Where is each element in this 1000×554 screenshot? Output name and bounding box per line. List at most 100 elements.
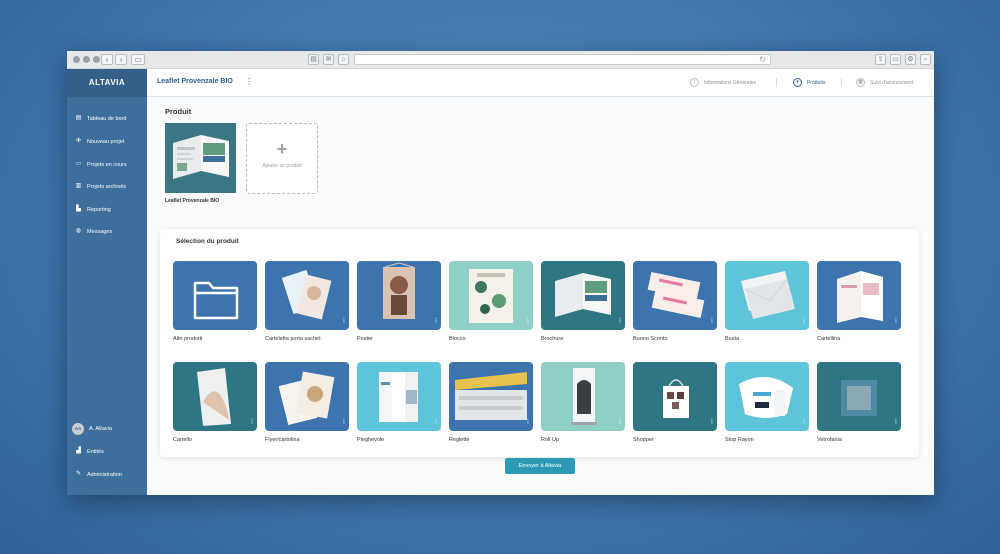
- sidebar-toggle-icon[interactable]: ▭: [131, 54, 145, 65]
- product-card[interactable]: ⫶⫶ Buono Sconto: [633, 261, 717, 342]
- product-thumbnail[interactable]: ⫶⫶: [541, 362, 625, 431]
- adjust-icon[interactable]: ⫶⫶: [619, 419, 621, 427]
- adjust-icon[interactable]: ⫶⫶: [343, 419, 345, 427]
- product-thumbnail[interactable]: [173, 261, 257, 330]
- home-icon[interactable]: ⌂: [338, 54, 349, 65]
- product-thumbnail[interactable]: ⫶⫶: [725, 261, 809, 330]
- product-thumbnail[interactable]: ⫶⫶: [357, 362, 441, 431]
- product-card[interactable]: ⫶⫶ Carteletta porta sachet: [265, 261, 349, 342]
- sidebar-item-administration[interactable]: ✎ Administration: [75, 471, 122, 478]
- product-illustration: [739, 376, 793, 418]
- zoom-dot[interactable]: [93, 56, 100, 63]
- product-card[interactable]: ⫶⫶ Cartello: [173, 362, 257, 443]
- sidebar-item-dashboard[interactable]: ▤ Tableau de bord: [75, 115, 127, 122]
- chart-icon: ▙: [76, 206, 81, 212]
- main-content: Produit Leaflet Provenzale BIO + Ajouter…: [147, 97, 934, 495]
- product-card[interactable]: ⫶⫶ Pieghevole: [357, 362, 441, 443]
- product-illustration: [383, 262, 415, 319]
- mail-icon[interactable]: ✉: [323, 54, 334, 65]
- adjust-icon[interactable]: ⫶⫶: [619, 318, 621, 326]
- sidebar-item-projects-in-progress[interactable]: ▭ Projets en cours: [75, 161, 127, 168]
- product-card[interactable]: ⫶⫶ Shopper: [633, 362, 717, 443]
- product-illustration: [197, 368, 231, 426]
- minimize-dot[interactable]: [83, 56, 90, 63]
- sidebar-item-archived-projects[interactable]: ▥ Projets archivés: [75, 183, 126, 190]
- sidebar-item-reporting[interactable]: ▙ Reporting: [75, 206, 111, 213]
- adjust-icon[interactable]: ⫶⫶: [803, 318, 805, 326]
- panel-title: Sélection du produit: [176, 238, 239, 245]
- product-name: Buono Sconto: [633, 336, 668, 342]
- product-thumbnail[interactable]: ⫶⫶: [357, 261, 441, 330]
- product-card[interactable]: ⫶⫶ Vetrofania: [817, 362, 901, 443]
- share-icon[interactable]: ⇪: [875, 54, 886, 65]
- tab-progress-tracking[interactable]: ▦ Suivi d'avancement: [856, 78, 913, 87]
- product-card[interactable]: ⫶⫶ Stop Rayon: [725, 362, 809, 443]
- user-name: A. Altavia: [89, 426, 112, 432]
- extension-icon[interactable]: ▫: [920, 54, 931, 65]
- tab-products[interactable]: ▾ Produits: [793, 78, 825, 87]
- product-name: Pieghevole: [357, 437, 385, 443]
- product-thumbnail[interactable]: ⫶⫶: [817, 261, 901, 330]
- adjust-icon[interactable]: ⫶⫶: [435, 419, 437, 427]
- forward-icon[interactable]: ›: [115, 54, 127, 65]
- dashboard-icon: ▤: [75, 115, 82, 121]
- product-card[interactable]: ⫶⫶ Roll Up: [541, 362, 625, 443]
- product-illustration: [278, 371, 335, 426]
- product-card[interactable]: ⫶⫶ Poster: [357, 261, 441, 342]
- brochure-illustration: [165, 123, 236, 193]
- product-thumbnail[interactable]: ⫶⫶: [633, 362, 717, 431]
- kebab-menu-icon[interactable]: ⋮: [245, 77, 253, 86]
- add-product-button[interactable]: + Ajouter un produit: [246, 123, 318, 194]
- product-thumbnail[interactable]: ⫶⫶: [541, 261, 625, 330]
- adjust-icon[interactable]: ⫶⫶: [343, 318, 345, 326]
- send-to-altavia-button[interactable]: Envoyer à Altavia: [505, 458, 575, 474]
- building-icon: ▟: [76, 448, 81, 454]
- reload-icon[interactable]: ↻: [759, 55, 766, 65]
- adjust-icon[interactable]: ⫶⫶: [803, 419, 805, 427]
- product-card[interactable]: ⫶⫶ Reglette: [449, 362, 533, 443]
- back-icon[interactable]: ‹: [101, 54, 113, 65]
- product-illustration: [837, 271, 883, 323]
- product-illustration: [741, 271, 795, 319]
- sidebar-item-entities[interactable]: ▟ Entités: [75, 448, 104, 455]
- adjust-icon[interactable]: ⫶⫶: [711, 419, 713, 427]
- product-card[interactable]: ⫶⫶ Blocco: [449, 261, 533, 342]
- sidebar-item-new-project[interactable]: ✚ Nouveau projet: [75, 138, 124, 145]
- adjust-icon[interactable]: ⫶⫶: [527, 318, 529, 326]
- product-name: Brochure: [541, 336, 564, 342]
- product-name: Altri prodotti: [173, 336, 203, 342]
- app-logo[interactable]: ALTAVIA: [67, 69, 147, 97]
- product-thumbnail[interactable]: ⫶⫶: [725, 362, 809, 431]
- settings-icon[interactable]: ⚙: [905, 54, 916, 65]
- product-thumbnail[interactable]: ⫶⫶: [633, 261, 717, 330]
- close-dot[interactable]: [73, 56, 80, 63]
- adjust-icon[interactable]: ⫶⫶: [895, 318, 897, 326]
- sidebar-item-messages[interactable]: ◍ Messages: [75, 228, 112, 235]
- window-controls[interactable]: [73, 56, 100, 63]
- product-card[interactable]: ⫶⫶ Flyer/cartolina: [265, 362, 349, 443]
- adjust-icon[interactable]: ⫶⫶: [711, 318, 713, 326]
- tab-general-info[interactable]: i Informations Générales: [690, 78, 756, 87]
- product-card[interactable]: ⫶⫶ Brochure: [541, 261, 625, 342]
- adjust-icon[interactable]: ⫶⫶: [895, 419, 897, 427]
- product-illustration: [571, 368, 597, 425]
- product-thumbnail[interactable]: ⫶⫶: [265, 261, 349, 330]
- product-thumbnail[interactable]: ⫶⫶: [173, 362, 257, 431]
- sidebar-user[interactable]: AA A. Altavia: [72, 423, 112, 435]
- product-thumbnail[interactable]: ⫶⫶: [449, 261, 533, 330]
- product-card[interactable]: Altri prodotti: [173, 261, 257, 342]
- product-thumbnail[interactable]: ⫶⫶: [817, 362, 901, 431]
- adjust-icon[interactable]: ⫶⫶: [251, 419, 253, 427]
- product-card[interactable]: ⫶⫶ Busta: [725, 261, 809, 342]
- plus-icon: +: [276, 139, 288, 159]
- tabs-icon[interactable]: ▭: [890, 54, 901, 65]
- adjust-icon[interactable]: ⫶⫶: [527, 419, 529, 427]
- product-card[interactable]: ⫶⫶ Cartellina: [817, 261, 901, 342]
- product-illustration: [647, 271, 705, 319]
- adjust-icon[interactable]: ⫶⫶: [435, 318, 437, 326]
- address-bar[interactable]: ↻: [354, 54, 771, 65]
- product-thumbnail[interactable]: ⫶⫶: [265, 362, 349, 431]
- product-thumbnail[interactable]: ⫶⫶: [449, 362, 533, 431]
- selected-product-thumbnail[interactable]: [165, 123, 236, 193]
- print-icon[interactable]: ▤: [308, 54, 319, 65]
